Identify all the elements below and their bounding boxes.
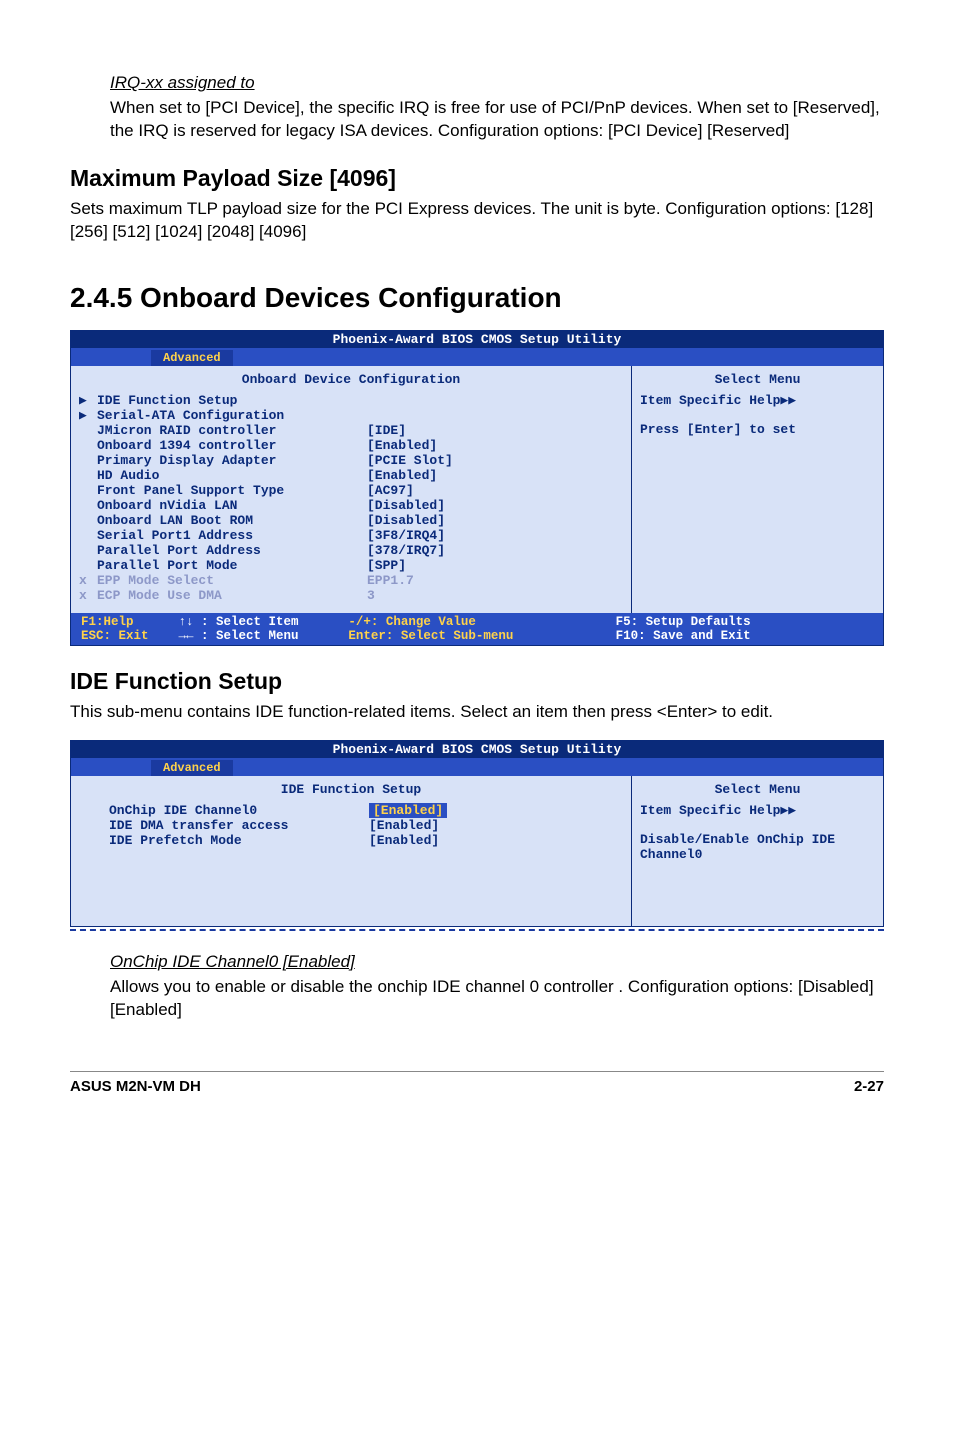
bios-item-value[interactable]: [378/IRQ7] bbox=[367, 543, 507, 558]
irq-text: When set to [PCI Device], the specific I… bbox=[110, 97, 884, 143]
bios-item-label[interactable]: Onboard 1394 controller bbox=[97, 438, 367, 453]
select-menu-label-2: Select Menu bbox=[640, 782, 875, 797]
bios-item-label[interactable]: Parallel Port Address bbox=[97, 543, 367, 558]
row-arrow bbox=[79, 498, 97, 513]
bios-panel-ide: Phoenix-Award BIOS CMOS Setup Utility Ad… bbox=[70, 740, 884, 927]
panel2-help1: Item Specific Help▶▶ bbox=[640, 803, 875, 818]
bios-item-value[interactable]: [IDE] bbox=[367, 423, 507, 438]
bios-item-value[interactable]: [PCIE Slot] bbox=[367, 453, 507, 468]
bios-item-label[interactable]: EPP Mode Select bbox=[97, 573, 367, 588]
panel1-help1: Item Specific Help▶▶ bbox=[640, 393, 875, 408]
bios-item-value[interactable]: EPP1.7 bbox=[367, 573, 507, 588]
row-arrow: x bbox=[79, 588, 97, 603]
bios-item-label[interactable]: Front Panel Support Type bbox=[97, 483, 367, 498]
bios-panel-onboard: Phoenix-Award BIOS CMOS Setup Utility Ad… bbox=[70, 330, 884, 646]
ide-heading: IDE Function Setup bbox=[70, 668, 884, 695]
panel2-header: IDE Function Setup bbox=[79, 782, 623, 797]
onchip-text: Allows you to enable or disable the onch… bbox=[110, 976, 884, 1022]
bios-tabbar: Advanced bbox=[71, 348, 883, 366]
bios-item-label[interactable]: ECP Mode Use DMA bbox=[97, 588, 367, 603]
bios-item-label[interactable]: IDE DMA transfer access bbox=[109, 818, 369, 833]
row-arrow: x bbox=[79, 573, 97, 588]
bios-item-value[interactable] bbox=[367, 393, 507, 408]
ide-text: This sub-menu contains IDE function-rela… bbox=[70, 701, 884, 724]
bios-item-label[interactable]: IDE Function Setup bbox=[97, 393, 367, 408]
max-payload-heading: Maximum Payload Size [4096] bbox=[70, 165, 884, 192]
row-arrow bbox=[79, 468, 97, 483]
row-arrow: ▶ bbox=[79, 408, 97, 423]
bios-title: Phoenix-Award BIOS CMOS Setup Utility bbox=[71, 331, 883, 348]
bios2-tab-advanced[interactable]: Advanced bbox=[151, 760, 233, 776]
bios-item-value[interactable]: [Enabled] bbox=[369, 818, 509, 833]
bios-item-label[interactable]: Parallel Port Mode bbox=[97, 558, 367, 573]
bios-item-value[interactable]: [SPP] bbox=[367, 558, 507, 573]
bios-item-value[interactable]: [Disabled] bbox=[367, 513, 507, 528]
bios2-tabbar: Advanced bbox=[71, 758, 883, 776]
bios-item-label[interactable]: OnChip IDE Channel0 bbox=[109, 803, 369, 818]
bios-item-label[interactable]: Serial Port1 Address bbox=[97, 528, 367, 543]
bios2-title: Phoenix-Award BIOS CMOS Setup Utility bbox=[71, 741, 883, 758]
section-heading: 2.4.5 Onboard Devices Configuration bbox=[70, 282, 884, 314]
row-arrow bbox=[79, 528, 97, 543]
bios-item-value[interactable]: [3F8/IRQ4] bbox=[367, 528, 507, 543]
irq-title: IRQ-xx assigned to bbox=[110, 73, 255, 92]
row-arrow bbox=[79, 558, 97, 573]
bios-item-label[interactable]: JMicron RAID controller bbox=[97, 423, 367, 438]
bios-item-label[interactable]: IDE Prefetch Mode bbox=[109, 833, 369, 848]
bios-item-label[interactable]: Onboard LAN Boot ROM bbox=[97, 513, 367, 528]
bios-item-value[interactable]: [Enabled] bbox=[369, 803, 509, 818]
row-arrow bbox=[79, 423, 97, 438]
row-arrow bbox=[79, 513, 97, 528]
bios-item-value[interactable]: [Enabled] bbox=[367, 468, 507, 483]
max-payload-text: Sets maximum TLP payload size for the PC… bbox=[70, 198, 884, 244]
footer-right: 2-27 bbox=[854, 1078, 884, 1095]
bios-item-label[interactable]: Primary Display Adapter bbox=[97, 453, 367, 468]
bios-tab-advanced[interactable]: Advanced bbox=[151, 350, 233, 366]
bios-item-value[interactable]: [AC97] bbox=[367, 483, 507, 498]
row-arrow: ▶ bbox=[79, 393, 97, 408]
bios-item-value[interactable]: [Enabled] bbox=[369, 833, 509, 848]
row-arrow bbox=[79, 543, 97, 558]
panel2-help2: Disable/Enable OnChip IDE Channel0 bbox=[640, 832, 875, 862]
row-arrow bbox=[79, 453, 97, 468]
bios-item-value[interactable] bbox=[367, 408, 507, 423]
bios-footer: F1:Help ↑↓ : Select Item ESC: Exit →← : … bbox=[71, 613, 883, 645]
bios-item-label[interactable]: Onboard nVidia LAN bbox=[97, 498, 367, 513]
panel1-help2: Press [Enter] to set bbox=[640, 422, 875, 437]
bios-item-value[interactable]: [Enabled] bbox=[367, 438, 507, 453]
row-arrow bbox=[79, 438, 97, 453]
bios-item-label[interactable]: HD Audio bbox=[97, 468, 367, 483]
onchip-title: OnChip IDE Channel0 [Enabled] bbox=[110, 952, 355, 971]
bios-item-value[interactable]: 3 bbox=[367, 588, 507, 603]
footer-left: ASUS M2N-VM DH bbox=[70, 1078, 201, 1095]
row-arrow bbox=[79, 483, 97, 498]
bios-item-value[interactable]: [Disabled] bbox=[367, 498, 507, 513]
bios-item-label[interactable]: Serial-ATA Configuration bbox=[97, 408, 367, 423]
panel1-header: Onboard Device Configuration bbox=[79, 372, 623, 387]
select-menu-label: Select Menu bbox=[640, 372, 875, 387]
